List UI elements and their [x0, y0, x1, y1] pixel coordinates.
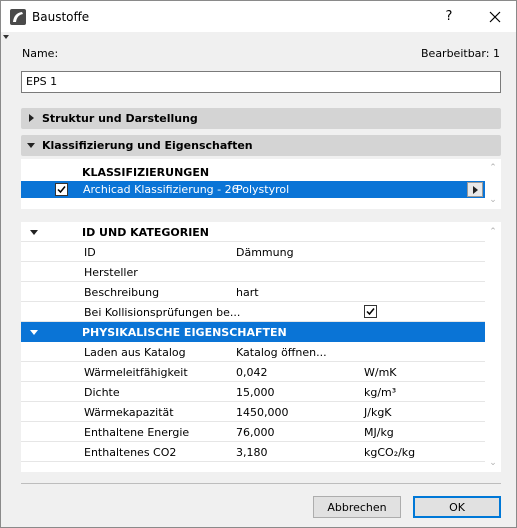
property-value[interactable]: hart: [236, 286, 259, 299]
collision-checkbox[interactable]: [364, 305, 377, 318]
classification-checkbox[interactable]: [55, 183, 68, 196]
property-key: Beschreibung: [84, 286, 160, 299]
name-input[interactable]: EPS 1: [21, 71, 501, 93]
group-title: ID UND KATEGORIEN: [82, 226, 210, 239]
classifications-panel: KLASSIFIZIERUNGEN Archicad Klassifizieru…: [21, 159, 501, 209]
property-unit: W/mK: [364, 366, 397, 379]
help-button[interactable]: ?: [431, 1, 467, 32]
property-row-kollision[interactable]: Bei Kollisionsprüfungen be...: [21, 302, 485, 322]
property-row-dichte[interactable]: Dichte 15,000 kg/m³: [21, 382, 485, 402]
property-value[interactable]: Dämmung: [236, 246, 294, 259]
section-klassifizierung-label: Klassifizierung und Eigenschaften: [42, 139, 253, 152]
open-catalog-link[interactable]: Katalog öffnen...: [236, 346, 327, 359]
property-key: Hersteller: [84, 266, 138, 279]
group-header-id-kategorien[interactable]: ID UND KATEGORIEN: [21, 222, 485, 242]
property-row-enthaltene-energie[interactable]: Enthaltene Energie 76,000 MJ/kg: [21, 422, 485, 442]
footer-divider: [21, 483, 501, 484]
property-row-enthaltenes-co2[interactable]: Enthaltenes CO2 3,180 kgCO₂/kg: [21, 442, 485, 462]
section-struktur-label: Struktur und Darstellung: [42, 112, 198, 125]
help-label: ?: [445, 9, 453, 24]
classification-row[interactable]: Archicad Klassifizierung - 26 Polystyrol: [21, 181, 485, 198]
property-row-beschreibung[interactable]: Beschreibung hart: [21, 282, 485, 302]
property-key: ID: [84, 246, 96, 259]
property-key: Enthaltene Energie: [84, 426, 190, 439]
property-unit: J/kgK: [364, 406, 392, 419]
property-key: Wärmeleitfähigkeit: [84, 366, 188, 379]
property-row-waermeleitfaehigkeit[interactable]: Wärmeleitfähigkeit 0,042 W/mK: [21, 362, 485, 382]
property-value[interactable]: 76,000: [236, 426, 275, 439]
property-key: Enthaltenes CO2: [84, 446, 177, 459]
property-key: Wärmekapazität: [84, 406, 174, 419]
group-header-physikalische-eigenschaften[interactable]: PHYSIKALISCHE EIGENSCHAFTEN: [21, 322, 485, 342]
property-key: Dichte: [84, 386, 120, 399]
classifications-header: KLASSIFIZIERUNGEN: [82, 166, 210, 179]
checkmark-icon: [366, 308, 375, 316]
scroll-down-icon[interactable]: ⌄: [488, 458, 498, 468]
scroll-up-icon[interactable]: ⌃: [488, 163, 498, 173]
property-value[interactable]: 0,042: [236, 366, 268, 379]
property-row-id[interactable]: ID Dämmung: [21, 242, 485, 262]
ok-button[interactable]: OK: [413, 496, 501, 518]
ok-label: OK: [449, 500, 465, 514]
section-klassifizierung-eigenschaften[interactable]: Klassifizierung und Eigenschaften: [21, 135, 501, 156]
properties-panel: ID UND KATEGORIEN ID Dämmung Hersteller …: [21, 222, 501, 472]
classification-value: Polystyrol: [236, 183, 290, 196]
checkmark-icon: [57, 186, 66, 194]
property-key: Bei Kollisionsprüfungen be...: [84, 306, 241, 319]
cancel-button[interactable]: Abbrechen: [313, 496, 401, 518]
property-value[interactable]: 1450,000: [236, 406, 289, 419]
editable-label: Bearbeitbar: 1: [421, 47, 500, 60]
cancel-label: Abbrechen: [327, 500, 387, 514]
triangle-down-icon: [27, 143, 35, 148]
title-bar: Baustoffe ?: [1, 1, 516, 32]
archicad-icon: [10, 9, 26, 25]
property-value[interactable]: 3,180: [236, 446, 268, 459]
property-key: Laden aus Katalog: [84, 346, 186, 359]
baustoffe-dialog: Baustoffe ? Name: Bearbeitbar: 1 EPS 1 S…: [0, 0, 517, 528]
scroll-down-icon[interactable]: ⌄: [488, 195, 498, 205]
property-unit: kgCO₂/kg: [364, 446, 416, 459]
property-unit: MJ/kg: [364, 426, 394, 439]
property-value[interactable]: 15,000: [236, 386, 275, 399]
classification-picker-button[interactable]: [467, 182, 483, 197]
scroll-up-icon[interactable]: ⌃: [488, 227, 498, 237]
corner-marker-icon: [3, 35, 9, 39]
property-row-katalog[interactable]: Laden aus Katalog Katalog öffnen...: [21, 342, 485, 362]
property-unit: kg/m³: [364, 386, 397, 399]
triangle-down-icon: [30, 330, 38, 335]
name-label: Name:: [22, 47, 59, 60]
property-row-waermekapazitaet[interactable]: Wärmekapazität 1450,000 J/kgK: [21, 402, 485, 422]
close-icon: [489, 11, 501, 22]
window-title: Baustoffe: [32, 10, 90, 24]
triangle-right-icon: [29, 114, 34, 122]
property-row-hersteller[interactable]: Hersteller: [21, 262, 485, 282]
group-title: PHYSIKALISCHE EIGENSCHAFTEN: [82, 326, 287, 339]
classification-system-name: Archicad Klassifizierung - 26: [83, 183, 239, 196]
triangle-down-icon: [30, 230, 38, 235]
section-struktur-darstellung[interactable]: Struktur und Darstellung: [21, 108, 501, 129]
close-button[interactable]: [476, 1, 514, 32]
